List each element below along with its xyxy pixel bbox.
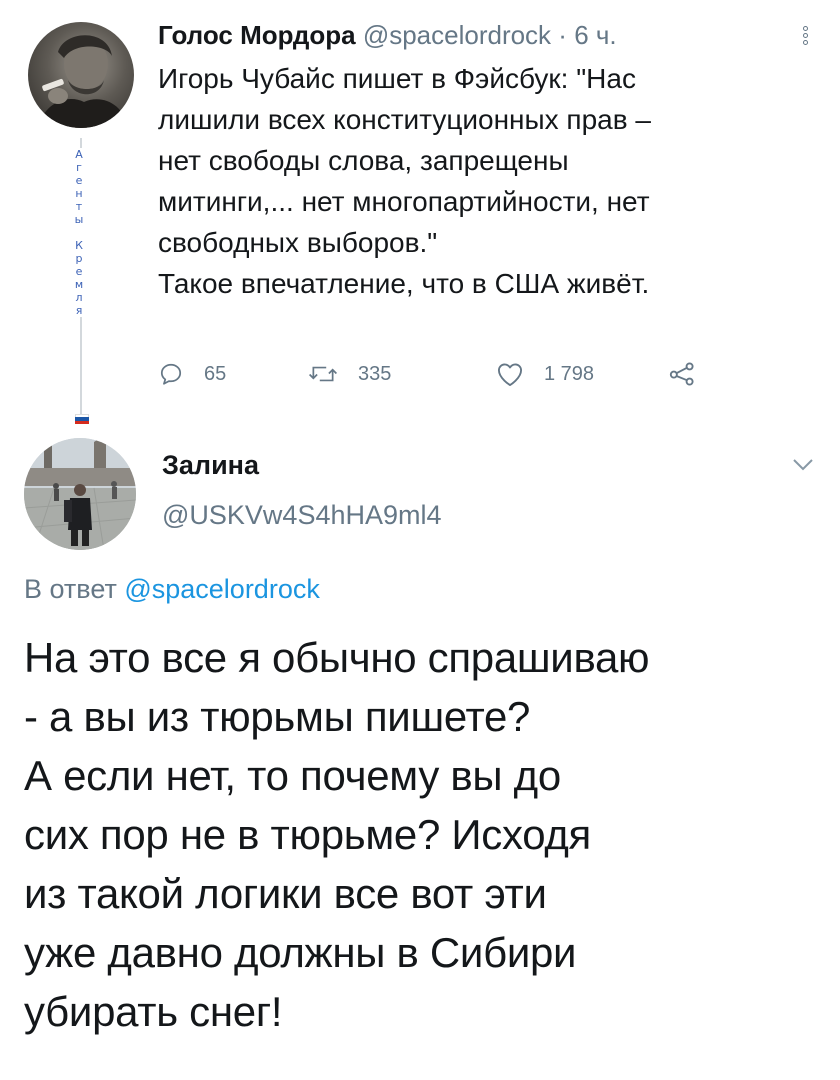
share-button[interactable] [668, 354, 716, 394]
like-count: 1 798 [544, 362, 595, 385]
side-label-char: е [75, 265, 83, 278]
parent-tweet-text: Игорь Чубайс пишет в Фэйсбук: "Нас лишил… [158, 63, 651, 299]
side-label-char [66, 226, 92, 239]
share-icon [669, 362, 694, 386]
retweet-count: 335 [358, 362, 392, 385]
reply-author-name[interactable]: Залина [162, 450, 259, 481]
like-icon [497, 363, 523, 387]
reply-button[interactable]: 65 [158, 354, 226, 394]
reply-tweet-text: На это все я обычно спрашиваю - а вы из … [24, 634, 650, 1035]
parent-tweet-header: Голос Мордора @spacelordrock · 6 ч. [158, 18, 798, 52]
reply-context: В ответ @spacelordrock [24, 574, 320, 605]
side-label-char: А [75, 148, 83, 161]
side-label-char: н [75, 187, 83, 200]
side-label-char: р [75, 252, 83, 265]
side-watermark-label: А г е н т ы К р е м л я [66, 148, 92, 317]
reply-to-link[interactable]: @spacelordrock [124, 574, 320, 604]
more-menu-icon[interactable] [800, 26, 810, 50]
side-label-char: я [75, 304, 83, 317]
parent-tweet: А г е н т ы К р е м л я Голос Мордора @s… [0, 0, 840, 430]
side-label-char: т [75, 200, 83, 213]
reply-prefix: В ответ [24, 574, 117, 604]
parent-author-name[interactable]: Голос Мордора [158, 20, 356, 50]
retweet-button[interactable]: 335 [308, 354, 391, 394]
reply-count: 65 [204, 362, 227, 385]
header-separator: · [558, 20, 567, 50]
side-label-char: м [74, 278, 84, 291]
reply-icon [160, 363, 182, 385]
side-label-char: л [75, 291, 83, 304]
retweet-icon [309, 366, 337, 382]
like-button[interactable]: 1 798 [496, 354, 594, 394]
side-label-char: К [75, 239, 83, 252]
tweet-actions-bar: 65 335 1 798 [158, 354, 718, 394]
parent-author-avatar[interactable] [28, 22, 134, 128]
russian-flag-icon [75, 414, 89, 424]
side-label-char: е [75, 174, 83, 187]
parent-tweet-time[interactable]: 6 ч. [574, 20, 616, 50]
reply-author-handle[interactable]: @USKVw4S4hHA9ml4 [162, 500, 442, 531]
side-label-char: г [76, 161, 82, 174]
side-label-char: ы [74, 213, 84, 226]
reply-author-avatar[interactable] [24, 438, 136, 550]
chevron-down-icon[interactable] [792, 458, 814, 472]
parent-author-handle[interactable]: @spacelordrock [363, 20, 551, 50]
